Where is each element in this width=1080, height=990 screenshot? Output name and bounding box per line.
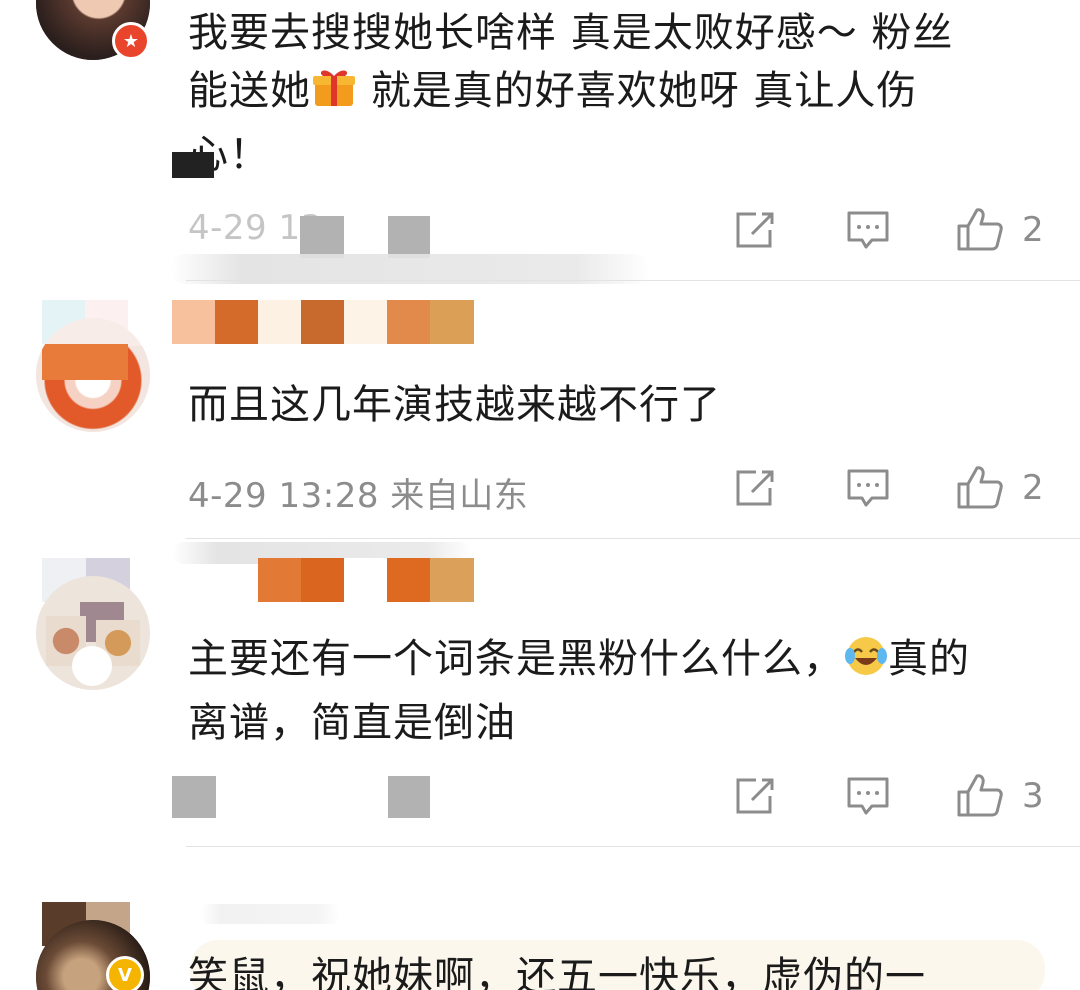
- comment-text: 而且这几年演技越来越不行了: [188, 382, 721, 428]
- comment-icon[interactable]: [846, 776, 890, 816]
- gift-emoji: [311, 64, 357, 126]
- divider: [186, 280, 1080, 281]
- comment-timestamp: 4-29 13:28 来自山东: [188, 476, 529, 516]
- like-count: 2: [1022, 468, 1044, 508]
- comment-icon[interactable]: [846, 210, 890, 250]
- thumbs-up-icon[interactable]: [956, 464, 1004, 510]
- verified-badge-icon: V: [106, 956, 144, 990]
- divider: [186, 846, 1080, 847]
- member-badge-icon: ★: [112, 22, 150, 60]
- comment-text: 主要还有一个词条是黑粉什么什么， 真的 离谱，简直是倒油: [188, 634, 970, 746]
- laugh-cry-emoji: [844, 634, 888, 694]
- divider: [186, 538, 1080, 539]
- comment-icon[interactable]: [846, 468, 890, 508]
- avatar[interactable]: [36, 576, 150, 690]
- redacted-block: [172, 776, 216, 818]
- like-count: 2: [1022, 210, 1044, 250]
- comment-text: 笑鼠，祝她妹啊，还五一快乐，虚伪的一: [188, 954, 926, 990]
- repost-icon[interactable]: [732, 776, 776, 816]
- redacted-username: [172, 300, 474, 344]
- thumbs-up-icon[interactable]: [956, 206, 1004, 252]
- like-count: 3: [1022, 776, 1044, 816]
- thumbs-up-icon[interactable]: [956, 772, 1004, 818]
- repost-icon[interactable]: [732, 468, 776, 508]
- comment-feed: ★ 我要去搜搜她长啥样 真是太败好感～ 粉丝 能送她 就是真的好喜欢她呀 真让人…: [0, 0, 1080, 990]
- repost-icon[interactable]: [732, 210, 776, 250]
- avatar[interactable]: [36, 318, 150, 432]
- redacted-name: [200, 904, 340, 924]
- redacted-block: [388, 776, 430, 818]
- redacted-block: [300, 216, 344, 258]
- comment-text: 我要去搜搜她长啥样 真是太败好感～ 粉丝 能送她 就是真的好喜欢她呀 真让人伤 …: [172, 4, 1048, 184]
- redacted-block: [388, 216, 430, 258]
- redacted-username: [258, 558, 474, 602]
